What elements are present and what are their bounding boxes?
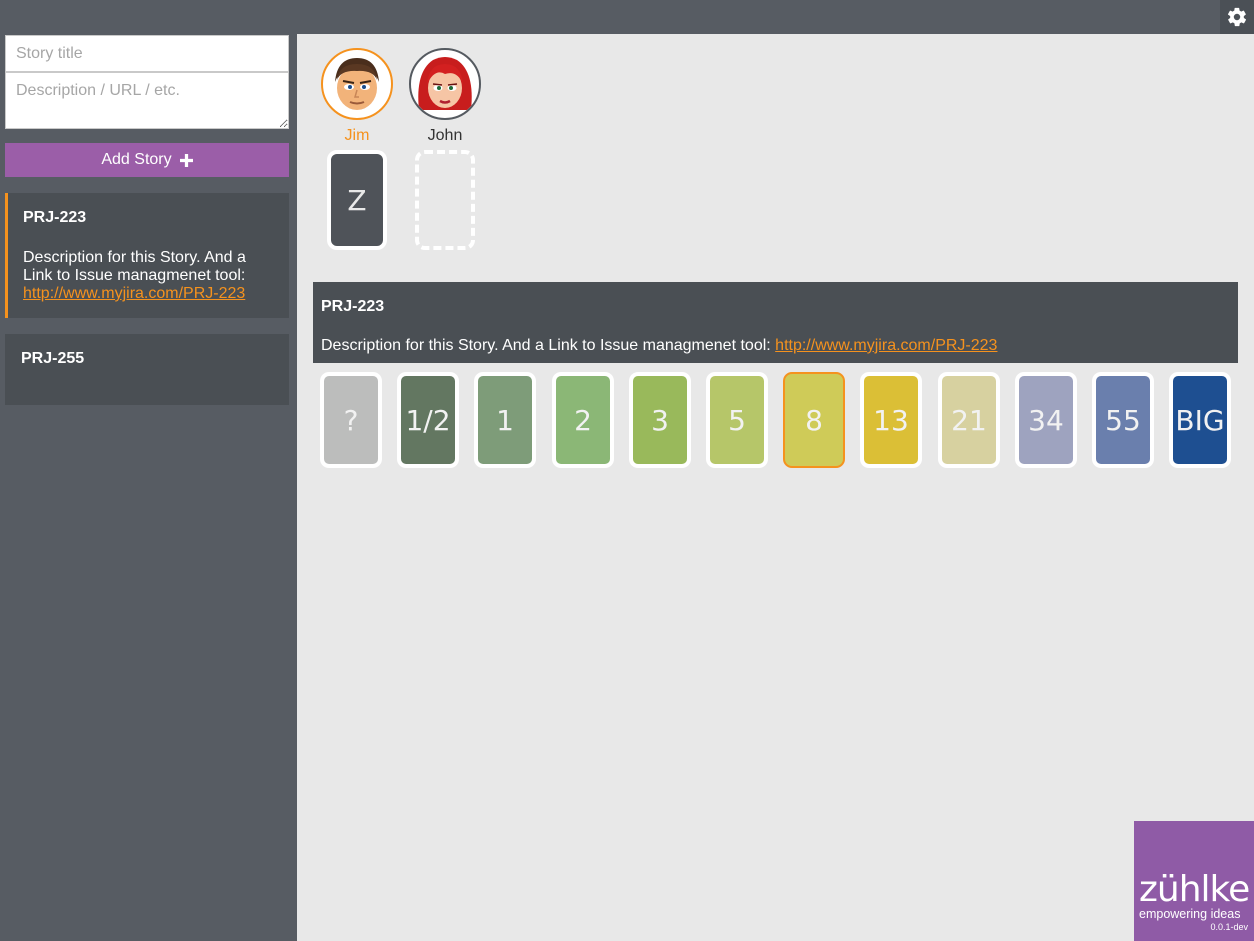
estimation-card-value: ? — [343, 403, 359, 437]
estimation-card-value: 8 — [805, 403, 823, 437]
story-description-text: Description for this Story. And a Link t… — [23, 249, 246, 284]
estimation-card[interactable]: ? — [320, 372, 382, 468]
top-bar — [0, 0, 1254, 34]
estimation-card-value: 21 — [951, 403, 987, 437]
settings-button[interactable] — [1220, 0, 1254, 34]
estimation-card[interactable]: 3 — [629, 372, 691, 468]
story-title-input[interactable] — [5, 35, 289, 72]
estimation-card[interactable]: 1 — [474, 372, 536, 468]
story-description: Description for this Story. And a Link t… — [23, 249, 268, 303]
estimation-card-value: BIG — [1175, 403, 1225, 437]
selected-story-panel: PRJ-223 Description for this Story. And … — [313, 282, 1238, 363]
estimation-card-value: 1/2 — [405, 403, 451, 437]
story-description-input[interactable] — [5, 72, 289, 129]
user-name: John — [427, 127, 463, 144]
selected-story-title: PRJ-223 — [321, 298, 385, 315]
estimation-card-value: 5 — [728, 403, 746, 437]
logo-wordmark: zühlke — [1139, 869, 1250, 910]
estimation-card-value: 34 — [1028, 403, 1064, 437]
estimation-card-value: 13 — [873, 403, 909, 437]
estimation-card[interactable]: 8 — [783, 372, 845, 468]
logo-tagline: empowering ideas — [1139, 907, 1241, 921]
app-version: 0.0.1-dev — [1210, 922, 1248, 932]
estimation-card[interactable]: 21 — [938, 372, 1000, 468]
story-card[interactable]: PRJ-255 — [5, 334, 289, 405]
add-story-label: Add Story — [101, 151, 172, 168]
selected-story-description: Description for this Story. And a Link t… — [321, 337, 997, 355]
estimation-card-value: 3 — [651, 403, 669, 437]
estimation-card[interactable]: 2 — [552, 372, 614, 468]
user-john: John — [409, 48, 481, 145]
estimation-card[interactable]: 34 — [1015, 372, 1077, 468]
selected-story-description-text: Description for this Story. And a Link t… — [321, 337, 771, 354]
estimation-card[interactable]: 55 — [1092, 372, 1154, 468]
user-card-placeholder — [415, 150, 475, 250]
story-title: PRJ-255 — [21, 350, 85, 367]
estimation-card[interactable]: 1/2 — [397, 372, 459, 468]
estimation-card[interactable]: BIG — [1169, 372, 1231, 468]
estimation-card[interactable]: 13 — [860, 372, 922, 468]
gear-icon — [1227, 7, 1247, 27]
user-jim: Jim — [321, 48, 393, 145]
user-played-card: Z — [327, 150, 387, 250]
avatar-face-icon — [325, 52, 389, 116]
add-story-button[interactable]: Add Story — [5, 143, 289, 177]
story-title: PRJ-223 — [23, 209, 87, 226]
estimation-card-value: 55 — [1105, 403, 1141, 437]
story-issue-link[interactable]: http://www.myjira.com/PRJ-223 — [23, 285, 245, 302]
story-card[interactable]: PRJ-223 Description for this Story. And … — [5, 193, 289, 318]
played-card-value: Z — [347, 183, 367, 217]
selected-story-link[interactable]: http://www.myjira.com/PRJ-223 — [775, 337, 997, 354]
avatar — [321, 48, 393, 120]
brand-logo: zühlke empowering ideas 0.0.1-dev — [1134, 821, 1254, 941]
estimation-card[interactable]: 5 — [706, 372, 768, 468]
plus-icon — [179, 153, 193, 167]
estimation-card-value: 2 — [574, 403, 592, 437]
user-name: Jim — [344, 127, 370, 144]
estimation-card-value: 1 — [496, 403, 514, 437]
avatar-face-icon — [413, 52, 477, 116]
avatar — [409, 48, 481, 120]
